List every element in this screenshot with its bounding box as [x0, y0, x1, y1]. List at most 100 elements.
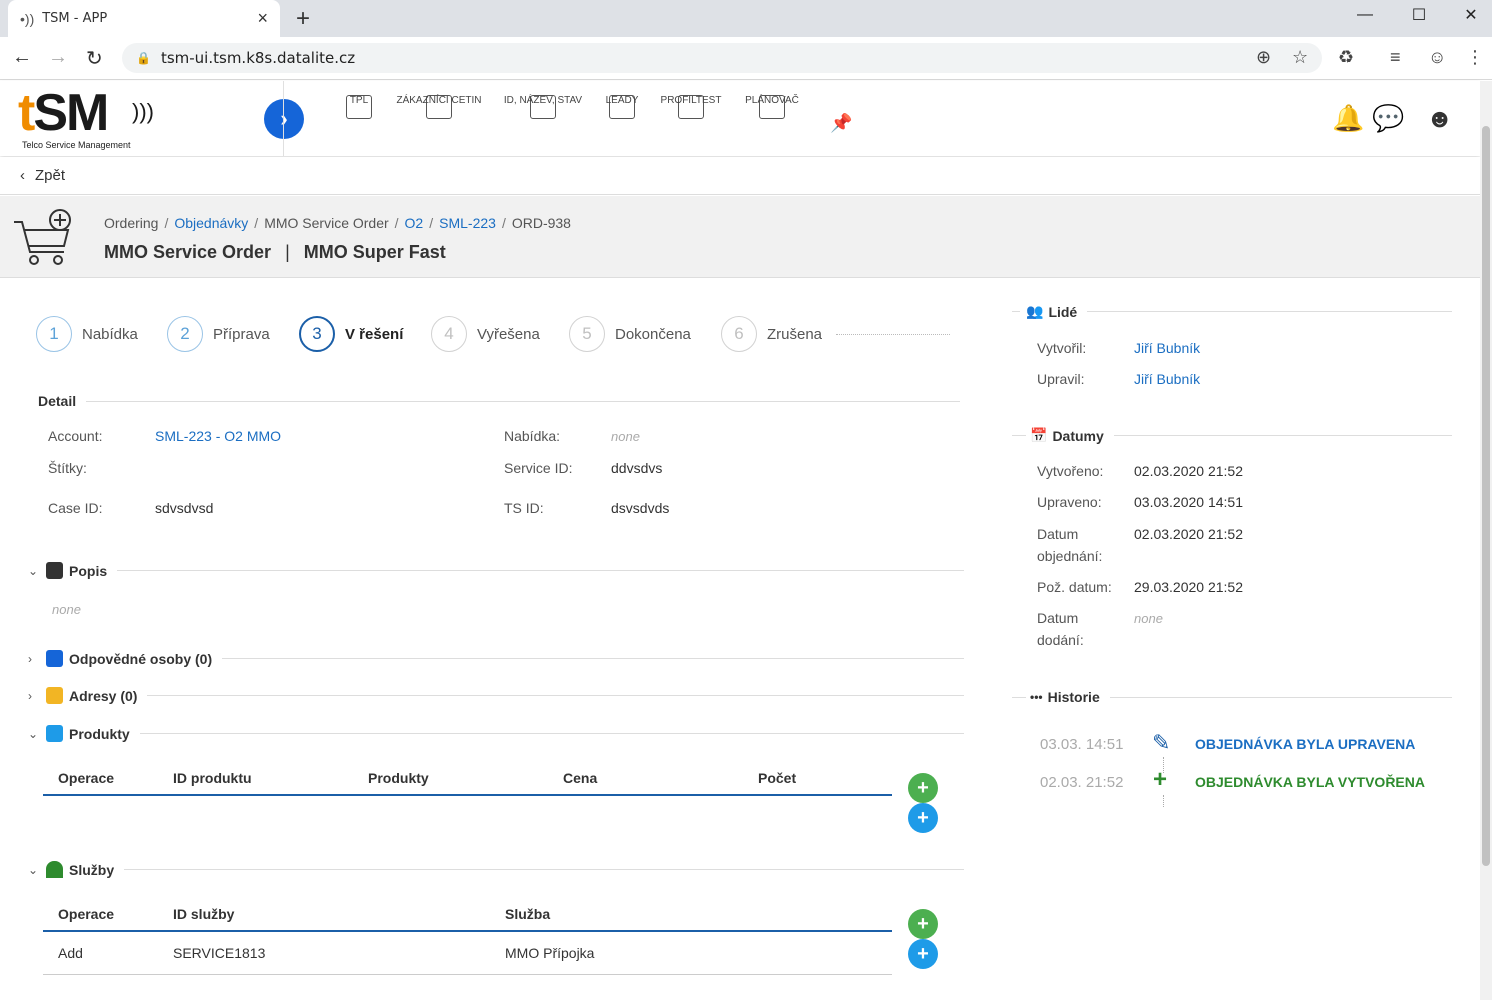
vytvoreno-value: 02.03.2020 21:52: [1134, 463, 1243, 479]
col-produkty[interactable]: Produkty: [368, 770, 429, 786]
chat-icon[interactable]: 💬: [1372, 103, 1404, 134]
vertical-scrollbar[interactable]: [1480, 81, 1492, 1000]
odpovedne-osoby-section-header[interactable]: › Odpovědné osoby (0): [28, 650, 964, 667]
nav-item-leady[interactable]: LEADY: [604, 95, 640, 127]
nav-item-id-nazev-stav[interactable]: ID, NÁZEV, STAV: [502, 95, 584, 127]
popis-section-header[interactable]: ⌄ Popis: [28, 562, 964, 579]
add-icon[interactable]: ⊕: [1256, 47, 1271, 68]
upraveno-value: 03.03.2020 14:51: [1134, 494, 1243, 510]
history-date: 02.03. 21:52: [1040, 774, 1124, 791]
crumb-o2[interactable]: O2: [405, 215, 424, 231]
crumb-objednavky[interactable]: Objednávky: [174, 215, 248, 231]
col-operace[interactable]: Operace: [58, 770, 114, 786]
history-created-link[interactable]: OBJEDNÁVKA BYLA VYTVOŘENA: [1195, 774, 1425, 790]
chevron-down-icon[interactable]: ⌄: [28, 863, 38, 877]
browser-tab[interactable]: •)) TSM - APP ×: [8, 0, 280, 37]
minimize-icon[interactable]: —: [1342, 0, 1388, 30]
close-tab-icon[interactable]: ×: [257, 8, 268, 29]
add-service-alt-button[interactable]: +: [908, 939, 938, 969]
breadcrumb: Ordering / Objednávky / MMO Service Order / O2…: [104, 215, 571, 231]
upravil-link[interactable]: Jiří Bubník: [1134, 371, 1200, 387]
lock-icon: 🔒: [136, 51, 151, 65]
vytvoril-label: Vytvořil:: [1037, 340, 1087, 356]
upraveno-label: Upraveno:: [1037, 494, 1102, 510]
scrollbar-thumb[interactable]: [1482, 126, 1490, 866]
media-icon[interactable]: ≡: [1390, 47, 1401, 68]
nav-item-planovac[interactable]: PLÁNOVAČ: [743, 95, 801, 127]
maximize-icon[interactable]: ☐: [1396, 0, 1442, 30]
poz-datum-value: 29.03.2020 21:52: [1134, 579, 1243, 595]
chevron-down-icon[interactable]: ⌄: [28, 564, 38, 578]
plus-icon: +: [1153, 766, 1168, 793]
row-sluzba: MMO Přípojka: [505, 945, 595, 961]
back-label: Zpět: [35, 167, 66, 184]
profile-icon[interactable]: ☺: [1428, 47, 1446, 68]
tab-favicon-icon: •)): [20, 10, 35, 27]
produkty-section-header[interactable]: ⌄ Produkty: [28, 725, 964, 742]
step-divider: [836, 334, 950, 335]
adresy-section-header[interactable]: › Adresy (0): [28, 687, 964, 704]
crumb-ordering: Ordering: [104, 215, 159, 231]
clipboard-icon: [46, 562, 63, 579]
close-window-icon[interactable]: ✕: [1448, 0, 1492, 30]
step-dokoncena[interactable]: 5 Dokončena: [569, 316, 691, 352]
account-value-link[interactable]: SML-223 - O2 MMO: [155, 428, 281, 444]
pin-icon[interactable]: 📌: [830, 113, 852, 134]
col-operace[interactable]: Operace: [58, 906, 114, 922]
chevron-right-icon[interactable]: ›: [28, 689, 38, 703]
datum-objednani-value: 02.03.2020 21:52: [1134, 526, 1243, 542]
ts-id-value: dsvsdvds: [611, 500, 670, 516]
nav-item-profiltest[interactable]: PROFILTEST: [660, 95, 722, 127]
datum-dodani-label: Datum: [1037, 610, 1079, 626]
calendar-icon: 📅: [1030, 427, 1048, 443]
chevron-left-icon: ‹: [20, 167, 25, 184]
person-badge-icon: [46, 650, 63, 667]
col-sluzba[interactable]: Služba: [505, 906, 550, 922]
back-link[interactable]: ‹ Zpět: [0, 157, 1480, 195]
people-icon: 👥: [1026, 303, 1044, 319]
forward-arrow-icon[interactable]: →: [48, 46, 68, 69]
add-product-alt-button[interactable]: +: [908, 803, 938, 833]
back-arrow-icon[interactable]: ←: [12, 46, 32, 69]
crumb-mmo-service-order: MMO Service Order: [264, 215, 389, 231]
sluzby-header-underline: [43, 930, 892, 932]
bookmark-star-icon[interactable]: ☆: [1292, 47, 1308, 68]
produkty-header-underline: [43, 794, 892, 796]
vytvoril-link[interactable]: Jiří Bubník: [1134, 340, 1200, 356]
datum-dodani-label-2: dodání:: [1037, 632, 1084, 648]
col-cena[interactable]: Cena: [563, 770, 597, 786]
col-id-produktu[interactable]: ID produktu: [173, 770, 252, 786]
menu-dots-icon[interactable]: ⋮: [1466, 47, 1484, 68]
col-pocet[interactable]: Počet: [758, 770, 796, 786]
col-id-sluzby[interactable]: ID služby: [173, 906, 234, 922]
account-label: Account:: [48, 428, 103, 444]
url-omnibox[interactable]: 🔒 tsm-ui.tsm.k8s.datalite.cz: [122, 43, 1322, 73]
notification-bell-icon[interactable]: 🔔: [1332, 103, 1364, 134]
cart-add-icon: [14, 209, 71, 265]
row-divider: [43, 974, 892, 975]
nav-item-tpl[interactable]: TPL: [344, 95, 374, 127]
datum-objednani-label-2: objednání:: [1037, 548, 1103, 564]
crumb-sml[interactable]: SML-223: [439, 215, 496, 231]
expand-menu-button[interactable]: ›: [264, 99, 304, 139]
sluzby-section-header[interactable]: ⌄ Služby: [28, 861, 964, 878]
reload-icon[interactable]: ↻: [86, 46, 103, 71]
chevron-right-icon[interactable]: ›: [28, 652, 38, 666]
step-priprava[interactable]: 2 Příprava: [167, 316, 270, 352]
datum-objednani-label: Datum: [1037, 526, 1079, 542]
extension-icon[interactable]: ♻: [1338, 47, 1354, 68]
browser-tab-bar: •)) TSM - APP × + — ☐ ✕: [0, 0, 1492, 37]
step-zrusena[interactable]: 6 Zrušena: [721, 316, 822, 352]
user-avatar-icon[interactable]: ☻: [1426, 103, 1453, 134]
nav-item-zakaznici[interactable]: ZÁKAZNÍCI CETIN: [394, 95, 484, 127]
step-v-reseni[interactable]: 3V řešení: [299, 316, 403, 352]
browser-address-bar: ← → ↻ 🔒 tsm-ui.tsm.k8s.datalite.cz ⊕ ☆ ♻…: [0, 37, 1492, 80]
chevron-down-icon[interactable]: ⌄: [28, 727, 38, 741]
add-product-button[interactable]: +: [908, 773, 938, 803]
history-edited-link[interactable]: OBJEDNÁVKA BYLA UPRAVENA: [1195, 736, 1415, 752]
tsm-logo[interactable]: tSM ))) Telco Service Management: [18, 85, 168, 151]
new-tab-icon[interactable]: +: [296, 5, 310, 33]
step-nabidka[interactable]: 1 Nabídka: [36, 316, 138, 352]
add-service-button[interactable]: +: [908, 909, 938, 939]
step-vyresena[interactable]: 4 Vyřešena: [431, 316, 540, 352]
